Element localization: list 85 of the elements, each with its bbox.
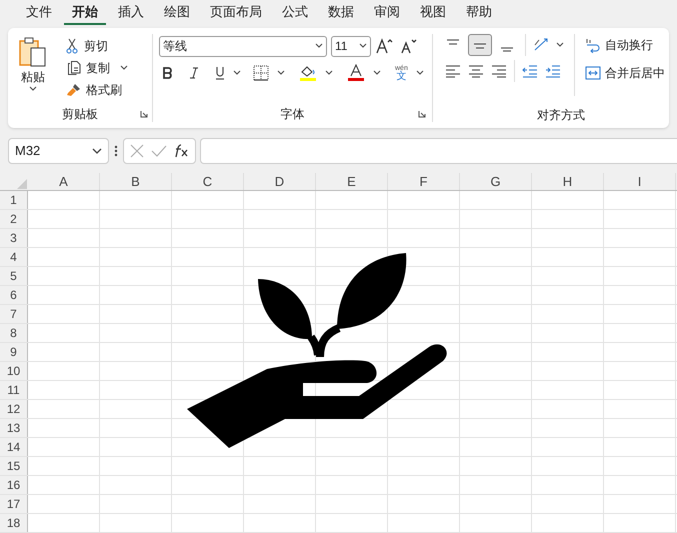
cut-button[interactable]: 剪切: [64, 36, 128, 56]
menu-tab[interactable]: 公式: [274, 1, 316, 25]
insert-function-icon[interactable]: [174, 144, 190, 158]
row-header[interactable]: 2: [0, 210, 28, 228]
menu-tab[interactable]: 绘图: [156, 1, 198, 25]
align-left-icon[interactable]: [445, 64, 461, 78]
menu-tab[interactable]: 插入: [110, 1, 152, 25]
dialog-launcher-icon[interactable]: [418, 110, 426, 118]
borders-icon[interactable]: [253, 65, 269, 81]
caret-icon[interactable]: [373, 70, 381, 76]
column-header[interactable]: F: [388, 173, 460, 190]
name-box[interactable]: M32: [8, 138, 109, 164]
paste-button[interactable]: 粘贴: [8, 34, 58, 106]
row-header[interactable]: 9: [0, 343, 28, 361]
menu-tab[interactable]: 页面布局: [202, 1, 270, 25]
bold-icon[interactable]: [163, 67, 173, 79]
align-center-icon[interactable]: [468, 64, 484, 78]
paintbrush-icon: [66, 82, 82, 98]
font-size-field[interactable]: 11: [331, 36, 371, 56]
wrap-text-icon: [585, 37, 601, 53]
column-header[interactable]: B: [100, 173, 172, 190]
row-header[interactable]: 15: [0, 457, 28, 475]
increase-indent-icon[interactable]: [545, 64, 561, 78]
menu-tab[interactable]: 审阅: [366, 1, 408, 25]
column-header[interactable]: G: [460, 173, 532, 190]
caret-icon[interactable]: [416, 70, 424, 76]
group-label: 字体: [280, 106, 304, 123]
underline-icon[interactable]: [215, 66, 225, 80]
row-header[interactable]: 16: [0, 476, 28, 494]
font-name-field[interactable]: 等线: [159, 36, 327, 56]
dialog-launcher-icon[interactable]: [140, 110, 148, 118]
group-label: 剪贴板: [62, 106, 98, 123]
column-header[interactable]: A: [28, 173, 100, 190]
row-header[interactable]: 7: [0, 305, 28, 323]
caret-icon[interactable]: [325, 70, 333, 76]
row-header[interactable]: 12: [0, 400, 28, 418]
column-header[interactable]: E: [316, 173, 388, 190]
row-header[interactable]: 8: [0, 324, 28, 342]
menu-tab[interactable]: 视图: [412, 1, 454, 25]
row-header[interactable]: 14: [0, 438, 28, 456]
caret-icon[interactable]: [556, 42, 564, 48]
caret-icon: [359, 43, 367, 49]
column-header[interactable]: I: [604, 173, 676, 190]
column-header[interactable]: C: [172, 173, 244, 190]
row-header[interactable]: 13: [0, 419, 28, 437]
row-header[interactable]: 4: [0, 248, 28, 266]
middle-align-icon[interactable]: [468, 34, 492, 56]
caret-icon: [29, 86, 37, 92]
menu-tab[interactable]: 帮助: [458, 1, 500, 25]
column-header[interactable]: D: [244, 173, 316, 190]
row-header[interactable]: 5: [0, 267, 28, 285]
copy-icon: [66, 60, 82, 76]
menu-tab[interactable]: 文件: [18, 1, 60, 25]
row-header[interactable]: 17: [0, 495, 28, 513]
align-right-icon[interactable]: [491, 64, 507, 78]
italic-icon[interactable]: [189, 67, 199, 79]
copy-button[interactable]: 复制: [64, 58, 112, 78]
caret-icon: [315, 43, 323, 49]
row-header[interactable]: 18: [0, 514, 28, 532]
caret-icon: [92, 148, 102, 154]
clipboard-icon: [18, 36, 48, 68]
menu-tab[interactable]: 开始: [64, 1, 106, 25]
caret-icon[interactable]: [233, 70, 241, 76]
row-header[interactable]: 3: [0, 229, 28, 247]
wrap-text-button[interactable]: 自动换行: [585, 36, 665, 54]
merge-center-button[interactable]: 合并后居中: [585, 64, 665, 82]
check-icon[interactable]: [150, 144, 166, 158]
decrease-font-size-icon[interactable]: [399, 37, 419, 55]
column-header[interactable]: H: [532, 173, 604, 190]
scissors-icon: [66, 38, 78, 54]
more-options-icon[interactable]: [113, 144, 119, 158]
group-label: 对齐方式: [537, 108, 585, 122]
menu-tab[interactable]: 数据: [320, 1, 362, 25]
caret-icon[interactable]: [120, 65, 128, 71]
increase-font-size-icon[interactable]: [375, 37, 395, 55]
decrease-indent-icon[interactable]: [522, 64, 538, 78]
fill-color-icon[interactable]: [299, 64, 317, 82]
merge-cells-icon: [585, 65, 601, 81]
font-color-icon[interactable]: [347, 64, 365, 82]
row-header[interactable]: 1: [0, 191, 28, 209]
format-painter-button[interactable]: 格式刷: [64, 80, 128, 100]
row-header[interactable]: 6: [0, 286, 28, 304]
row-header[interactable]: 11: [0, 381, 28, 399]
caret-icon[interactable]: [277, 70, 285, 76]
row-header[interactable]: 10: [0, 362, 28, 380]
